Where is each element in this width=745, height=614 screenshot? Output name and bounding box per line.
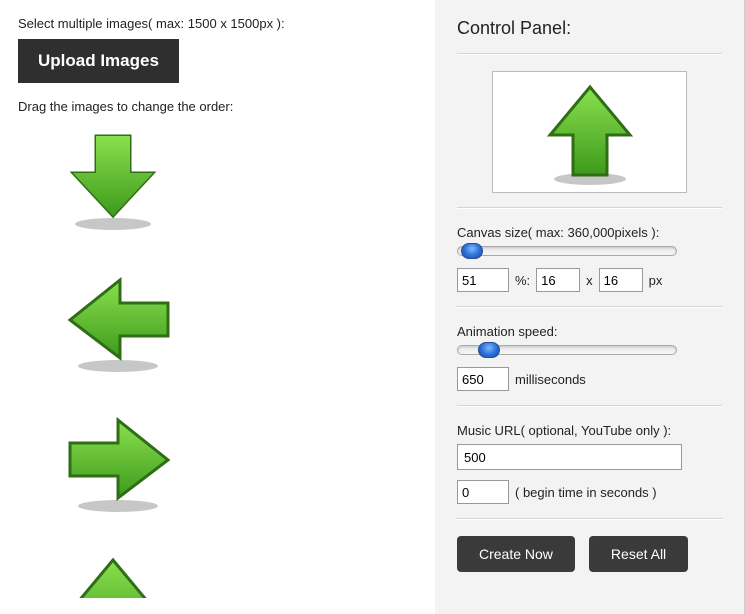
arrow-right-icon xyxy=(58,408,178,518)
image-thumbnail[interactable] xyxy=(58,548,178,598)
animation-speed-label: Animation speed: xyxy=(457,324,722,339)
arrow-down-icon xyxy=(58,128,168,233)
begin-time-input[interactable] xyxy=(457,480,509,504)
divider xyxy=(457,405,722,407)
x-separator: x xyxy=(586,273,593,288)
milliseconds-label: milliseconds xyxy=(515,372,586,387)
image-thumbnail[interactable] xyxy=(58,408,178,518)
image-thumbnail[interactable] xyxy=(58,268,178,378)
percent-label: %: xyxy=(515,273,530,288)
px-label: px xyxy=(649,273,663,288)
select-images-label: Select multiple images( max: 1500 x 1500… xyxy=(18,16,417,31)
canvas-width-input[interactable] xyxy=(536,268,580,292)
divider xyxy=(457,306,722,308)
begin-time-label: ( begin time in seconds ) xyxy=(515,485,657,500)
music-url-label: Music URL( optional, YouTube only ): xyxy=(457,423,722,438)
animation-speed-slider[interactable] xyxy=(457,345,677,355)
image-thumbnail[interactable] xyxy=(58,128,178,238)
preview-box xyxy=(492,71,687,193)
canvas-height-input[interactable] xyxy=(599,268,643,292)
arrow-up-icon xyxy=(535,77,645,187)
arrow-up-icon xyxy=(58,548,168,598)
create-now-button[interactable]: Create Now xyxy=(457,536,575,572)
divider xyxy=(457,207,722,209)
begin-time-row: ( begin time in seconds ) xyxy=(457,480,722,504)
animation-speed-row: milliseconds xyxy=(457,367,722,391)
divider xyxy=(457,53,722,55)
control-panel: Control Panel: Canvas size( max: 360,000… xyxy=(435,0,745,614)
canvas-size-row: %: x px xyxy=(457,268,722,292)
slider-thumb[interactable] xyxy=(478,342,500,358)
reset-all-button[interactable]: Reset All xyxy=(589,536,688,572)
left-pane: Select multiple images( max: 1500 x 1500… xyxy=(0,0,435,614)
music-url-input[interactable] xyxy=(457,444,682,470)
slider-thumb[interactable] xyxy=(461,243,483,259)
control-panel-title: Control Panel: xyxy=(457,18,722,39)
canvas-percent-input[interactable] xyxy=(457,268,509,292)
arrow-left-icon xyxy=(58,268,178,378)
canvas-size-label: Canvas size( max: 360,000pixels ): xyxy=(457,225,722,240)
upload-images-button[interactable]: Upload Images xyxy=(18,39,179,83)
canvas-size-slider[interactable] xyxy=(457,246,677,256)
drag-order-label: Drag the images to change the order: xyxy=(18,99,417,114)
divider xyxy=(457,518,722,520)
animation-speed-input[interactable] xyxy=(457,367,509,391)
